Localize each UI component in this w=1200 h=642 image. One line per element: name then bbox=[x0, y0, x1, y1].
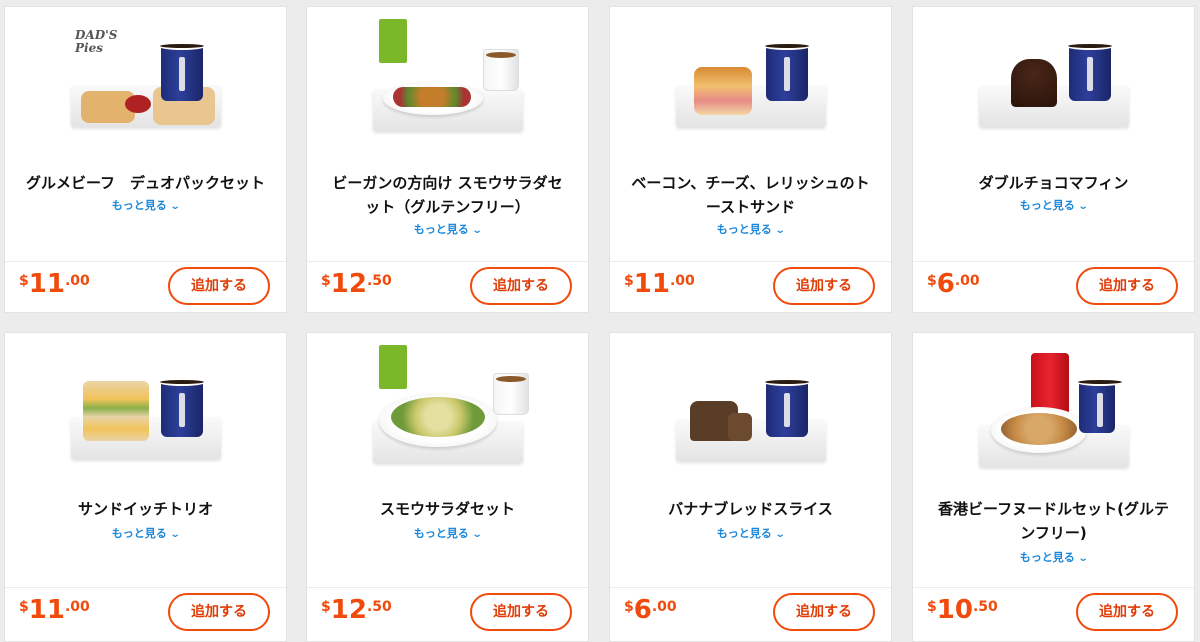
sumo-salad-logo bbox=[379, 345, 407, 389]
product-image[interactable] bbox=[610, 333, 891, 473]
product-name: 香港ビーフヌードルセット(グルテンフリー) bbox=[938, 500, 1169, 542]
add-button[interactable]: 追加する bbox=[773, 593, 875, 631]
price: $10.50 bbox=[927, 595, 998, 625]
product-image[interactable] bbox=[610, 7, 891, 147]
chevron-down-icon: ⌄ bbox=[169, 529, 181, 540]
product-name: バナナブレッドスライス bbox=[668, 500, 833, 518]
divider bbox=[913, 261, 1194, 262]
tea-mug bbox=[493, 373, 529, 415]
product-image[interactable] bbox=[307, 333, 588, 473]
product-card[interactable]: DAD'S Pies グルメビーフ デュオパックセット もっと見る ⌄ $11.00… bbox=[4, 6, 287, 313]
product-card[interactable]: サンドイッチトリオ もっと見る ⌄ $11.00 追加する bbox=[4, 332, 287, 642]
divider bbox=[913, 587, 1194, 588]
product-card[interactable]: ビーガンの方向け スモウサラダセット（グルテンフリー） もっと見る ⌄ $12.5… bbox=[306, 6, 589, 313]
price: $11.00 bbox=[19, 269, 90, 299]
toastie bbox=[694, 67, 752, 115]
price: $12.50 bbox=[321, 595, 392, 625]
add-button[interactable]: 追加する bbox=[773, 267, 875, 305]
product-image[interactable]: DAD'S Pies bbox=[5, 7, 286, 147]
coffee-cup bbox=[1076, 378, 1124, 433]
divider bbox=[610, 261, 891, 262]
coffee-cup bbox=[763, 378, 811, 437]
add-button[interactable]: 追加する bbox=[168, 267, 270, 305]
add-button[interactable]: 追加する bbox=[1076, 267, 1178, 305]
more-link[interactable]: もっと見る ⌄ bbox=[913, 197, 1194, 213]
chevron-down-icon: ⌄ bbox=[471, 225, 483, 236]
pasta-salad bbox=[391, 397, 485, 437]
product-card[interactable]: ベーコン、チーズ、レリッシュのトーストサンド もっと見る ⌄ $11.00 追加す… bbox=[609, 6, 892, 313]
add-button[interactable]: 追加する bbox=[470, 267, 572, 305]
more-link[interactable]: もっと見る ⌄ bbox=[5, 525, 286, 541]
chevron-down-icon: ⌄ bbox=[471, 529, 483, 540]
beef-noodles bbox=[1001, 413, 1077, 445]
chevron-down-icon: ⌄ bbox=[1077, 201, 1089, 212]
product-image[interactable] bbox=[307, 7, 588, 147]
divider bbox=[5, 587, 286, 588]
product-name: サンドイッチトリオ bbox=[77, 500, 213, 518]
chevron-down-icon: ⌄ bbox=[169, 201, 181, 212]
divider bbox=[610, 587, 891, 588]
product-name: グルメビーフ デュオパックセット bbox=[25, 174, 266, 192]
price: $11.00 bbox=[19, 595, 90, 625]
more-link[interactable]: もっと見る ⌄ bbox=[610, 525, 891, 541]
product-name: ベーコン、チーズ、レリッシュのトーストサンド bbox=[631, 174, 870, 216]
product-card[interactable]: ダブルチョコマフィン もっと見る ⌄ $6.00 追加する bbox=[912, 6, 1195, 313]
more-link[interactable]: もっと見る ⌄ bbox=[913, 549, 1194, 565]
sauce bbox=[125, 95, 151, 113]
product-image[interactable] bbox=[5, 333, 286, 473]
price: $6.00 bbox=[624, 595, 677, 625]
product-name: ダブルチョコマフィン bbox=[978, 174, 1129, 192]
price: $6.00 bbox=[927, 269, 980, 299]
banana-bread-slice bbox=[728, 413, 752, 441]
product-name: ビーガンの方向け スモウサラダセット（グルテンフリー） bbox=[332, 174, 563, 216]
muffin bbox=[1011, 59, 1057, 107]
coffee-cup bbox=[763, 42, 811, 101]
coffee-cup bbox=[158, 42, 206, 101]
more-link[interactable]: もっと見る ⌄ bbox=[5, 197, 286, 213]
price: $12.50 bbox=[321, 269, 392, 299]
salad bbox=[393, 87, 471, 107]
sumo-salad-logo bbox=[379, 19, 407, 63]
chevron-down-icon: ⌄ bbox=[774, 225, 786, 236]
product-image[interactable] bbox=[913, 7, 1194, 147]
divider bbox=[5, 261, 286, 262]
add-button[interactable]: 追加する bbox=[1076, 593, 1178, 631]
chevron-down-icon: ⌄ bbox=[1077, 553, 1089, 564]
product-name: スモウサラダセット bbox=[379, 500, 515, 518]
tea-mug bbox=[483, 49, 519, 91]
coffee-cup bbox=[158, 378, 206, 437]
add-button[interactable]: 追加する bbox=[470, 593, 572, 631]
divider bbox=[307, 261, 588, 262]
sandwich bbox=[83, 381, 149, 441]
more-link[interactable]: もっと見る ⌄ bbox=[610, 221, 891, 237]
product-card[interactable]: バナナブレッドスライス もっと見る ⌄ $6.00 追加する bbox=[609, 332, 892, 642]
coffee-cup bbox=[1066, 42, 1114, 101]
product-card[interactable]: スモウサラダセット もっと見る ⌄ $12.50 追加する bbox=[306, 332, 589, 642]
divider bbox=[307, 587, 588, 588]
product-image[interactable] bbox=[913, 333, 1194, 473]
more-link[interactable]: もっと見る ⌄ bbox=[307, 221, 588, 237]
chevron-down-icon: ⌄ bbox=[774, 529, 786, 540]
more-link[interactable]: もっと見る ⌄ bbox=[307, 525, 588, 541]
add-button[interactable]: 追加する bbox=[168, 593, 270, 631]
dads-pies-logo: DAD'S Pies bbox=[75, 28, 118, 55]
price: $11.00 bbox=[624, 269, 695, 299]
product-card[interactable]: 香港ビーフヌードルセット(グルテンフリー) もっと見る ⌄ $10.50 追加する bbox=[912, 332, 1195, 642]
